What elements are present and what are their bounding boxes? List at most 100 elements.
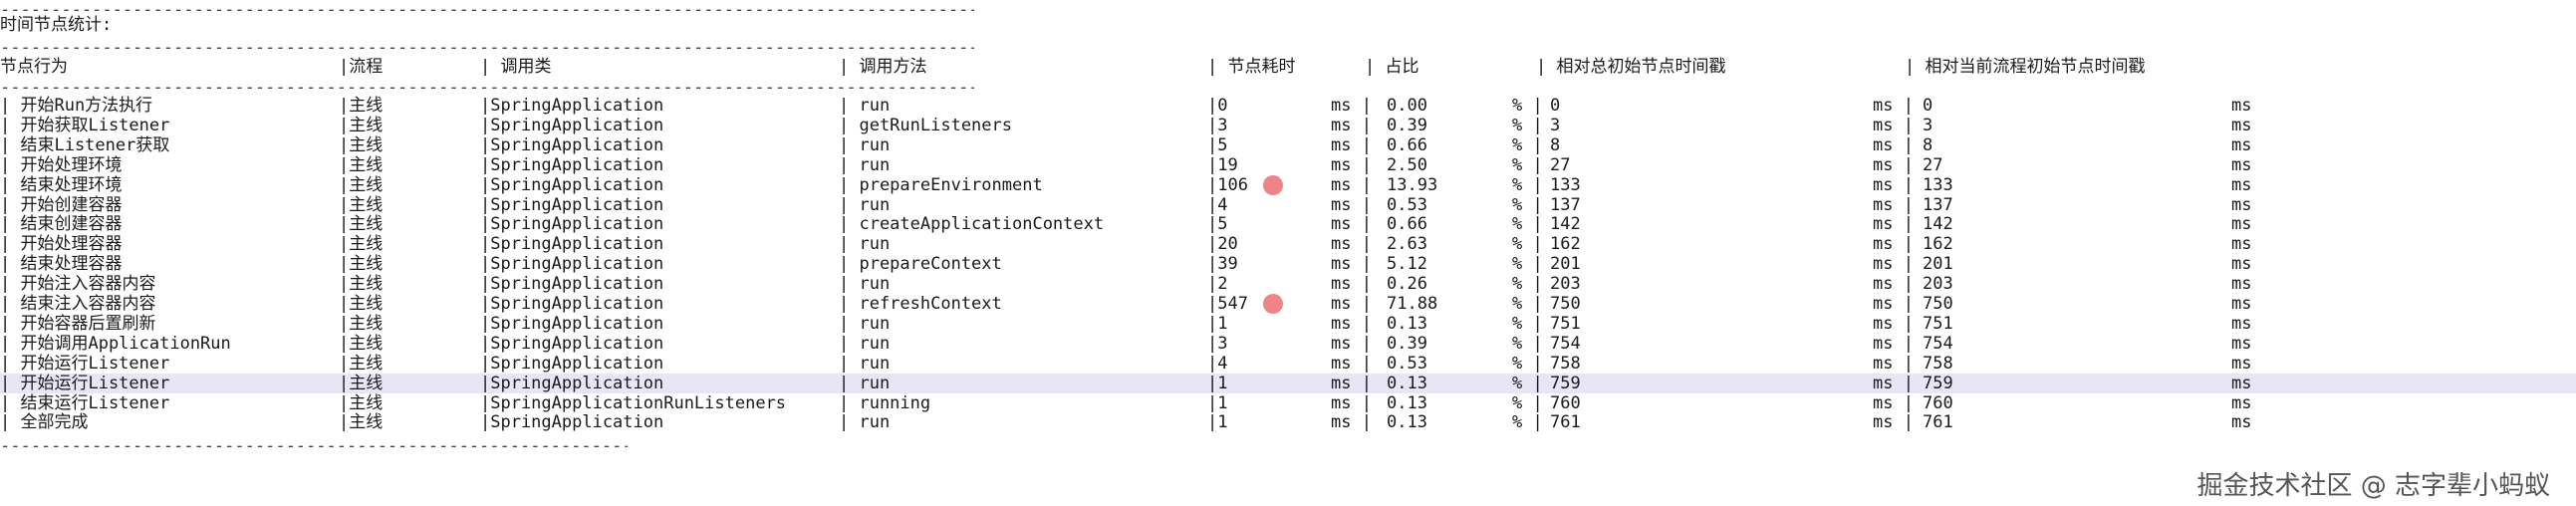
row-total-unit: ms | [1873,254,1914,275]
row-action: | 结束处理容器 [0,254,123,275]
row-method: | run [839,412,891,433]
row-action: | 开始创建容器 [0,194,123,215]
table-row[interactable]: | 开始运行Listener |主线 |SpringApplication | run… [0,373,2576,393]
row-class: |SpringApplication [480,214,664,235]
row-duration-unit: ms | [1331,392,1372,413]
row-percent: 0.26 [1387,274,1427,295]
row-percent: 0.13 [1387,373,1427,393]
table-row[interactable]: | 结束处理环境 |主线 |SpringApplication | prepareEn… [0,174,2576,195]
row-class: |SpringApplication [480,333,664,354]
row-total-unit: ms | [1873,214,1914,235]
row-method: | prepareEnvironment [839,174,1043,195]
row-flow: |主线 [339,392,384,413]
row-total-ts: 133 [1550,174,1581,195]
row-percent-unit: % | [1512,294,1543,314]
row-total-unit: ms | [1873,96,1914,116]
row-flow: |主线 [339,214,384,235]
row-total-ts: 758 [1550,353,1581,374]
row-flow: |主线 [339,373,384,393]
row-total-unit: ms | [1873,115,1914,135]
row-duration: |3 [1207,115,1228,135]
row-percent: 0.53 [1387,194,1427,215]
row-total-ts: 142 [1550,214,1581,235]
row-duration: |547 [1207,294,1248,314]
table-row[interactable]: | 开始获取Listener |主线 |SpringApplication | get… [0,116,2576,135]
highlight-dot-icon [1263,174,1283,195]
table-row[interactable]: | 开始创建容器 |主线 |SpringApplication | run |4 ms |… [0,195,2576,215]
row-method: | run [839,353,891,374]
row-duration-unit: ms | [1331,96,1372,116]
row-duration: |4 [1207,353,1228,374]
row-duration: |106 [1207,174,1248,195]
row-percent: 0.13 [1387,412,1427,433]
col-flow-ts: | 相对当前流程初始节点时间戳 [1905,57,2146,77]
row-flow-unit: ms [2231,134,2252,155]
row-flow: |主线 [339,154,384,175]
table-row[interactable]: | 结束处理容器 |主线 |SpringApplication | prepareCo… [0,254,2576,274]
col-class: | 调用类 [480,57,552,77]
row-method: | run [839,234,891,255]
table-header: 节点行为 |流程 | 调用类 | 调用方法 | 节点耗时 | 占比 | 相对总初… [0,56,2576,78]
row-duration-unit: ms | [1331,373,1372,393]
row-percent: 71.88 [1387,294,1438,314]
row-flow-ts: 754 [1923,333,1953,354]
table-row[interactable]: | 开始调用ApplicationRun |主线 |SpringApplicatio… [0,334,2576,354]
row-action: | 开始处理容器 [0,234,123,255]
row-percent: 0.53 [1387,353,1427,374]
row-percent-unit: % | [1512,174,1543,195]
row-flow-ts: 203 [1923,274,1953,295]
row-action: | 开始Run方法执行 [0,96,153,116]
row-total-unit: ms | [1873,313,1914,334]
row-flow-unit: ms [2231,294,2252,314]
row-method: | prepareContext [839,254,1002,275]
row-duration: |20 [1207,234,1238,255]
table-row[interactable]: | 全部完成 |主线 |SpringApplication | run |1 ms | 0.… [0,412,2576,432]
row-flow-unit: ms [2231,154,2252,175]
row-class: |SpringApplication [480,134,664,155]
row-class: |SpringApplication [480,174,664,195]
row-class: |SpringApplication [480,115,664,135]
row-percent-unit: % | [1512,412,1543,433]
row-flow-ts: 759 [1923,373,1953,393]
row-percent-unit: % | [1512,115,1543,135]
table-row[interactable]: | 开始处理环境 |主线 |SpringApplication | run |19 ms … [0,155,2576,175]
row-method: | running [839,392,931,413]
row-flow: |主线 [339,194,384,215]
row-total-ts: 8 [1550,134,1561,155]
table-row[interactable]: | 开始注入容器内容 |主线 |SpringApplication | run |2 ms… [0,274,2576,294]
row-duration-unit: ms | [1331,194,1372,215]
row-total-unit: ms | [1873,392,1914,413]
table-row[interactable]: | 开始容器后置刷新 |主线 |SpringApplication | run |1 ms… [0,314,2576,334]
table-row[interactable]: | 开始Run方法执行 |主线 |SpringApplication | run |0 m… [0,96,2576,116]
row-total-unit: ms | [1873,353,1914,374]
row-duration: |5 [1207,214,1228,235]
table-row[interactable]: | 结束创建容器 |主线 |SpringApplication | createApp… [0,214,2576,234]
row-flow-ts: 3 [1923,115,1933,135]
row-percent-unit: % | [1512,373,1543,393]
row-flow-unit: ms [2231,373,2252,393]
row-method: | run [839,333,891,354]
col-duration: | 节点耗时 [1207,57,1296,77]
row-action: | 开始调用ApplicationRun [0,333,231,354]
row-class: |SpringApplicationRunListeners [480,392,787,413]
col-flow: |流程 [339,57,384,77]
row-class: |SpringApplication [480,194,664,215]
table-row[interactable]: | 结束Listener获取 |主线 |SpringApplication | run… [0,135,2576,155]
row-method: | createApplicationContext [839,214,1105,235]
row-class: |SpringApplication [480,412,664,433]
row-class: |SpringApplication [480,254,664,275]
row-total-ts: 137 [1550,194,1581,215]
row-percent: 0.39 [1387,333,1427,354]
table-row[interactable]: | 结束运行Listener |主线 |SpringApplicationRunLi… [0,393,2576,413]
row-flow: |主线 [339,294,384,314]
row-action: | 开始运行Listener [0,373,170,393]
row-percent-unit: % | [1512,274,1543,295]
row-action: | 结束注入容器内容 [0,294,156,314]
row-duration: |2 [1207,274,1228,295]
highlight-dot-icon [1263,294,1283,314]
table-row[interactable]: | 开始处理容器 |主线 |SpringApplication | run |20 ms … [0,234,2576,254]
table-row[interactable]: | 开始运行Listener |主线 |SpringApplication | run… [0,354,2576,374]
row-duration: |5 [1207,134,1228,155]
row-duration-unit: ms | [1331,294,1372,314]
table-row[interactable]: | 结束注入容器内容 |主线 |SpringApplication | refresh… [0,294,2576,314]
